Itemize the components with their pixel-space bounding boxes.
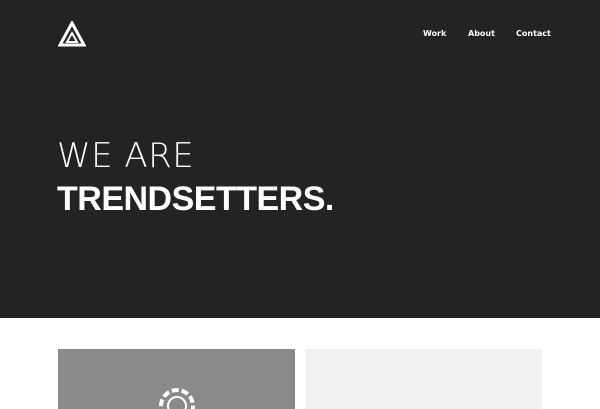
hero-section: Work About Contact WE ARE TRENDSETTERS. (0, 0, 600, 318)
nav-link-about[interactable]: About (468, 28, 495, 40)
portfolio-card[interactable] (305, 349, 542, 409)
circular-loader-icon (155, 384, 199, 409)
hero-headline-bold: TRENDSETTERS. (57, 180, 334, 218)
hero-headline-light: WE ARE (57, 136, 195, 176)
portfolio-card[interactable] (58, 349, 295, 409)
nav-link-work[interactable]: Work (423, 28, 446, 40)
main-nav: Work About Contact (0, 28, 600, 42)
nav-link-contact[interactable]: Contact (516, 28, 551, 40)
